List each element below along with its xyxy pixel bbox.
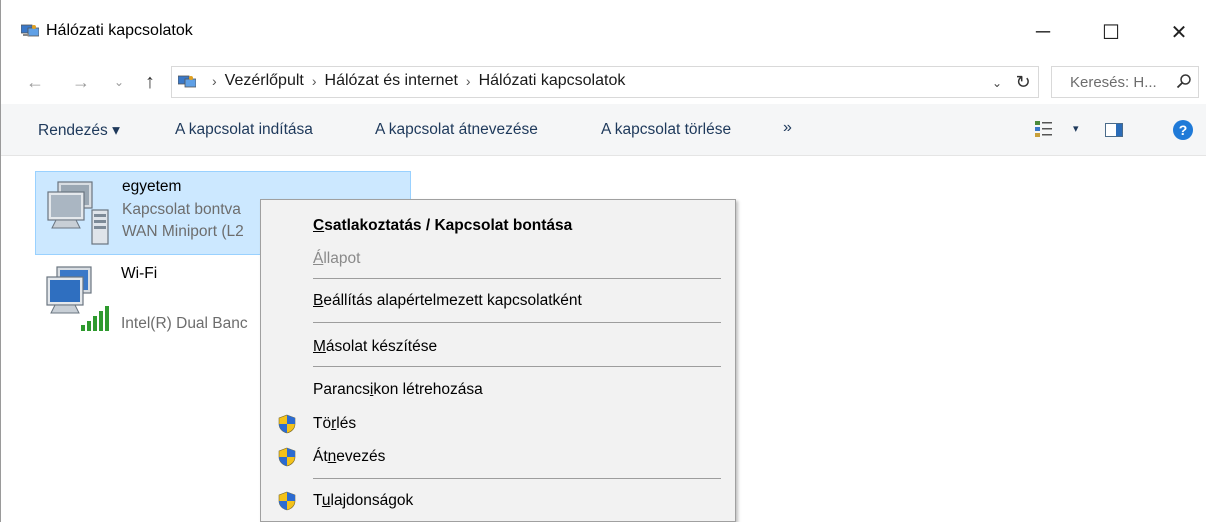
start-connection-button[interactable]: A kapcsolat indítása (175, 121, 313, 139)
help-icon[interactable]: ? (1173, 120, 1193, 140)
menu-separator (313, 366, 721, 367)
navigation-bar: ← → ⌄ ↑ › Vezérlőpult › Hálózat és inter… (1, 60, 1206, 104)
menu-item-label: Törlés (313, 415, 357, 432)
menu-separator (313, 278, 721, 279)
minimize-button[interactable]: ─ (1023, 14, 1063, 50)
menu-item-label: Másolat készítése (313, 338, 438, 355)
rename-connection-button[interactable]: A kapcsolat átnevezése (375, 121, 538, 139)
menu-item-copy[interactable]: Másolat készítése (261, 332, 735, 362)
menu-item-rename[interactable]: Átnevezés (261, 442, 735, 472)
uac-shield-icon (278, 447, 296, 467)
search-icon[interactable] (1176, 73, 1192, 89)
menu-item-status[interactable]: Állapot (261, 244, 735, 274)
refresh-icon[interactable]: ↻ (1012, 71, 1034, 93)
search-input[interactable]: Keresés: H... (1051, 66, 1199, 98)
maximize-button[interactable]: ☐ (1091, 14, 1131, 50)
menu-item-label: Tulajdonságok (313, 492, 414, 509)
delete-connection-button[interactable]: A kapcsolat törlése (601, 121, 731, 139)
explorer-window: Hálózati kapcsolatok ─ ☐ ✕ ← → ⌄ ↑ › Vez… (0, 0, 1206, 522)
breadcrumb-separator-icon[interactable]: › (312, 73, 317, 89)
connection-device: WAN Miniport (L2 (122, 223, 244, 240)
more-commands-button[interactable]: » (783, 119, 792, 137)
preview-pane-icon[interactable] (1105, 123, 1123, 137)
connection-name: Wi-Fi (121, 265, 158, 282)
menu-item-label: Parancsikon létrehozása (313, 381, 483, 398)
command-bar: Rendezés ▾ A kapcsolat indítása A kapcso… (1, 104, 1206, 156)
view-options-dropdown-icon[interactable]: ▾ (1073, 122, 1079, 135)
change-view-icon[interactable] (1035, 120, 1053, 138)
menu-item-label: Állapot (313, 250, 361, 267)
menu-item-label: Beállítás alapértelmezett kapcsolatként (313, 292, 582, 309)
connection-device: Intel(R) Dual Banc (121, 315, 248, 332)
breadcrumb-separator-icon[interactable]: › (466, 73, 471, 89)
uac-shield-icon (278, 414, 296, 434)
forward-arrow-icon[interactable]: → (71, 68, 91, 96)
menu-item-delete[interactable]: Törlés (261, 409, 735, 439)
menu-item-connect-disconnect[interactable]: Csatlakoztatás / Kapcsolat bontása (261, 211, 735, 241)
up-arrow-icon[interactable]: ↑ (139, 68, 161, 96)
breadcrumb-separator-icon[interactable]: › (212, 73, 217, 89)
network-connections-icon (178, 75, 196, 88)
breadcrumb-item[interactable]: Hálózati kapcsolatok (479, 72, 626, 90)
uac-shield-icon (278, 491, 296, 511)
connection-status: Kapcsolat bontva (122, 201, 241, 218)
address-dropdown-icon[interactable]: ⌄ (988, 73, 1006, 93)
breadcrumb-item[interactable]: Vezérlőpult (225, 72, 304, 90)
window-title: Hálózati kapcsolatok (46, 22, 193, 39)
address-bar[interactable]: › Vezérlőpult › Hálózat és internet › Há… (171, 66, 1039, 98)
vpn-connection-icon (47, 181, 109, 245)
menu-item-label: Átnevezés (313, 448, 386, 465)
wifi-connection-icon (46, 266, 109, 331)
network-connections-icon (21, 24, 39, 37)
menu-item-label: Csatlakoztatás / Kapcsolat bontása (313, 217, 573, 234)
organize-button[interactable]: Rendezés ▾ (38, 121, 120, 140)
title-bar: Hálózati kapcsolatok ─ ☐ ✕ (1, 0, 1206, 60)
close-button[interactable]: ✕ (1159, 14, 1199, 50)
connection-name: egyetem (122, 178, 182, 195)
context-menu: Csatlakoztatás / Kapcsolat bontása Állap… (260, 199, 736, 522)
recent-locations-chevron-icon[interactable]: ⌄ (111, 68, 127, 96)
menu-item-properties[interactable]: Tulajdonságok (261, 486, 735, 516)
menu-item-set-default[interactable]: Beállítás alapértelmezett kapcsolatként (261, 286, 735, 316)
breadcrumb-item[interactable]: Hálózat és internet (325, 72, 458, 90)
back-arrow-icon[interactable]: ← (25, 68, 45, 96)
menu-separator (313, 478, 721, 479)
menu-separator (313, 322, 721, 323)
search-placeholder: Keresés: H... (1070, 74, 1157, 91)
breadcrumb: › Vezérlőpult › Hálózat és internet › Há… (204, 72, 625, 90)
menu-item-create-shortcut[interactable]: Parancsikon létrehozása (261, 375, 735, 405)
